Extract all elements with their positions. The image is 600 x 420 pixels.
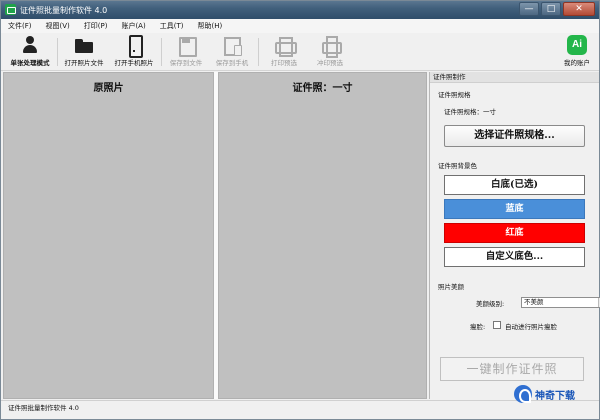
printer-icon xyxy=(274,35,297,57)
save-icon xyxy=(176,35,197,57)
phone-icon xyxy=(124,35,144,58)
open-file-label: 打开照片文件 xyxy=(64,59,104,67)
custom-bg-button[interactable]: 自定义底色... xyxy=(444,247,585,267)
photo-print-icon xyxy=(320,35,342,58)
cut-preview-button[interactable]: 冲印预选 xyxy=(309,35,351,69)
current-spec-text: 证件照规格：一寸 xyxy=(444,108,496,116)
beauty-section-label: 照片美颜 xyxy=(438,283,464,291)
toolbar-separator xyxy=(57,38,58,66)
single-mode-label: 单张处理模式 xyxy=(10,59,50,67)
spec-section-label: 证件照规格 xyxy=(438,91,471,99)
app-icon xyxy=(5,4,16,15)
red-bg-button[interactable]: 红底 xyxy=(444,223,585,243)
menu-tools[interactable]: 工具(T) xyxy=(160,21,184,31)
maximize-button[interactable]: □ xyxy=(541,2,561,16)
choose-spec-button[interactable]: 选择证件照规格... xyxy=(444,125,585,147)
make-id-photo-button[interactable]: 一键制作证件照 xyxy=(440,357,584,381)
open-phone-label: 打开手机照片 xyxy=(114,59,154,67)
toolbar-separator xyxy=(161,38,162,66)
menu-view[interactable]: 视图(V) xyxy=(46,21,70,31)
watermark-text: 神奇下载 xyxy=(535,390,575,402)
menu-print[interactable]: 打印(P) xyxy=(84,21,108,31)
menu-file[interactable]: 文件(F) xyxy=(8,21,32,31)
beauty-level-value: 不美颜 xyxy=(524,298,544,306)
title-bar: 证件照批量制作软件 4.0 — □ ✕ xyxy=(1,1,599,19)
open-phone-button[interactable]: 打开手机照片 xyxy=(111,35,157,69)
toolbar: 单张处理模式 打开照片文件 打开手机照片 保存到文件 保存到手机 打印预选 冲印… xyxy=(1,33,599,71)
status-text: 证件照批量制作软件 4.0 xyxy=(8,404,79,412)
window-controls: — □ ✕ xyxy=(519,2,595,17)
folder-icon xyxy=(74,35,94,55)
ai-account-icon: Ai xyxy=(567,35,587,55)
watermark-icon xyxy=(514,385,532,403)
settings-header: 证件照制作 xyxy=(430,72,599,83)
status-bar: 证件照批量制作软件 4.0 xyxy=(1,400,599,419)
face-slim-checkbox[interactable] xyxy=(493,321,501,329)
window-title: 证件照批量制作软件 4.0 xyxy=(20,6,108,15)
watermark-logo: 神奇下载 xyxy=(514,383,600,405)
beauty-level-label: 美颜级别: xyxy=(476,300,505,308)
id-photo-title: 证件照：一寸 xyxy=(292,83,353,94)
face-slim-checkbox-label[interactable]: 自动进行照片瘦脸 xyxy=(505,321,557,331)
menu-bar: 文件(F) 视图(V) 打印(P) 账户(A) 工具(T) 帮助(H) xyxy=(1,19,599,33)
original-photo-panel[interactable]: 原照片 xyxy=(3,72,214,399)
menu-account[interactable]: 账户(A) xyxy=(121,21,145,31)
user-icon xyxy=(20,35,40,55)
menu-help[interactable]: 帮助(H) xyxy=(197,21,222,31)
original-photo-title: 原照片 xyxy=(93,83,124,94)
save-file-label: 保存到文件 xyxy=(169,59,203,67)
minimize-button[interactable]: — xyxy=(519,2,539,16)
save-to-phone-icon xyxy=(222,35,242,56)
face-slim-label: 瘦脸: xyxy=(470,323,486,331)
my-account-button[interactable]: Ai 我的账户 xyxy=(559,35,595,69)
save-phone-label: 保存到手机 xyxy=(215,59,249,67)
save-phone-button[interactable]: 保存到手机 xyxy=(211,35,253,69)
print-preview-button[interactable]: 打印预选 xyxy=(263,35,305,69)
blue-bg-button[interactable]: 蓝底 xyxy=(444,199,585,219)
beauty-level-select[interactable]: 不美颜 ▼ xyxy=(521,297,600,308)
bg-section-label: 证件照背景色 xyxy=(438,162,477,170)
app-window: 证件照批量制作软件 4.0 — □ ✕ 文件(F) 视图(V) 打印(P) 账户… xyxy=(0,0,600,420)
toolbar-separator xyxy=(258,38,259,66)
print-preview-label: 打印预选 xyxy=(271,59,297,67)
cut-preview-label: 冲印预选 xyxy=(317,59,343,67)
open-file-button[interactable]: 打开照片文件 xyxy=(61,35,107,69)
id-photo-panel[interactable]: 证件照：一寸 xyxy=(218,72,427,399)
my-account-label: 我的账户 xyxy=(564,59,590,67)
close-button[interactable]: ✕ xyxy=(563,2,595,16)
save-file-button[interactable]: 保存到文件 xyxy=(165,35,207,69)
white-bg-button[interactable]: 白底(已选) xyxy=(444,175,585,195)
single-mode-button[interactable]: 单张处理模式 xyxy=(7,35,53,69)
id-photo-settings-panel: 证件照制作 证件照规格 证件照规格：一寸 选择证件照规格... 证件照背景色 白… xyxy=(429,72,600,399)
